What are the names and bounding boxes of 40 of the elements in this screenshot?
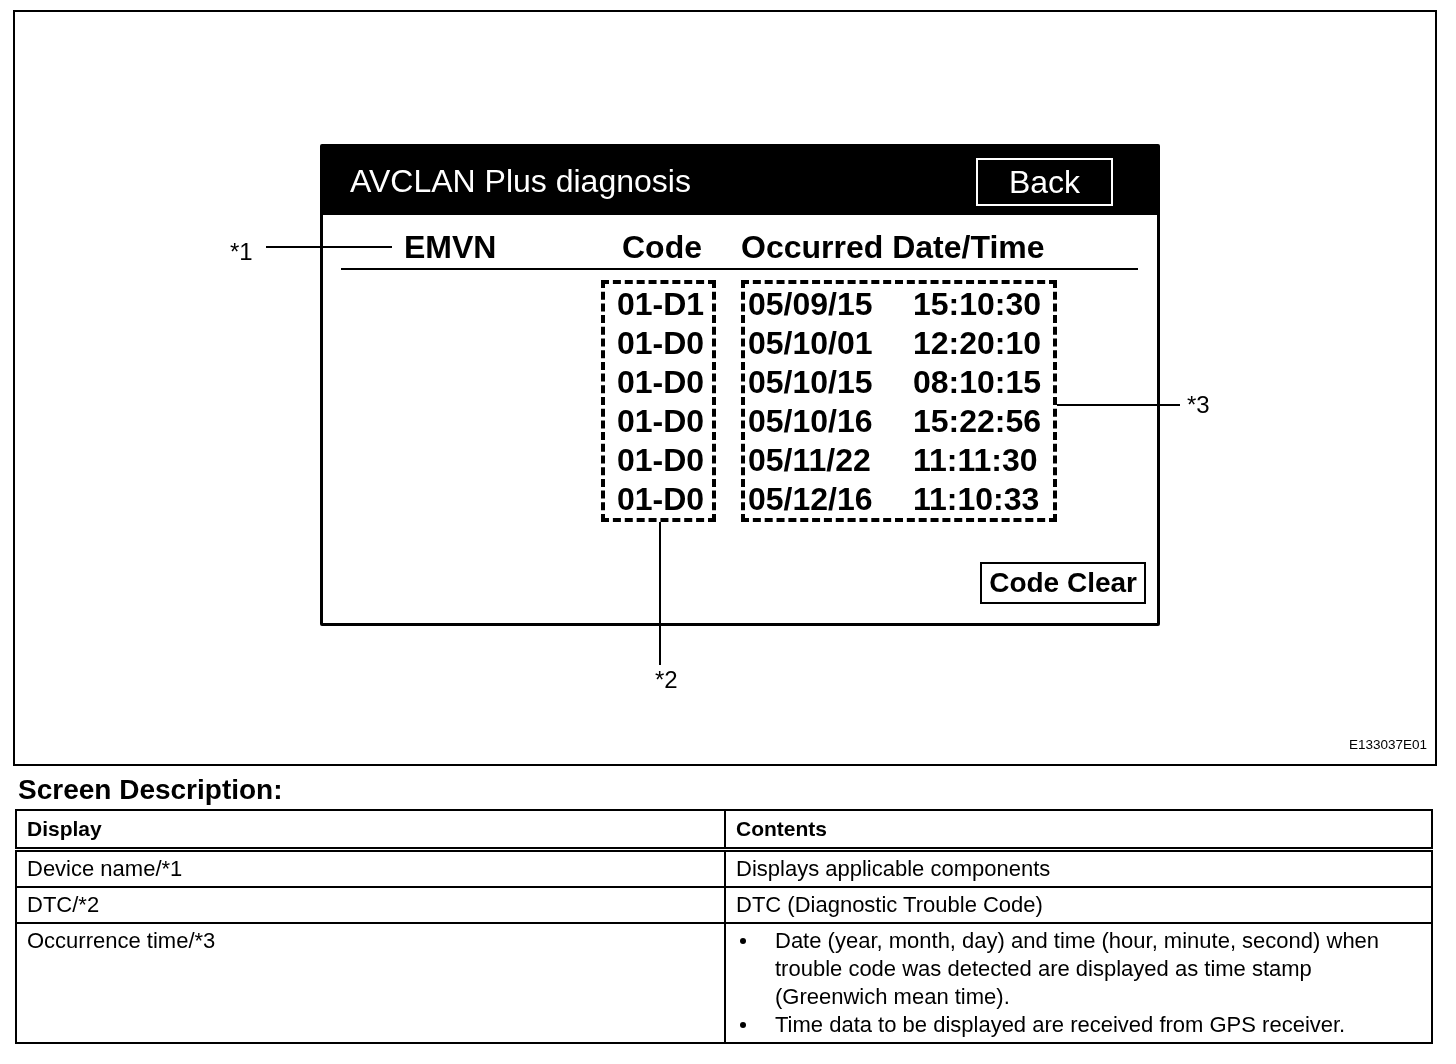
trouble-code: 01-D0 xyxy=(617,324,705,361)
occurrence-date: 05/11/22 xyxy=(748,441,871,478)
table-cell: DTC/*2 xyxy=(16,887,725,923)
occurrence-time: 11:10:33 xyxy=(913,480,1040,517)
screen-title: AVCLAN Plus diagnosis xyxy=(350,162,691,200)
trouble-code: 01-D0 xyxy=(617,402,705,439)
occurrence-time: 12:20:10 xyxy=(913,324,1042,361)
callout-label: *3 xyxy=(1187,391,1210,419)
code-clear-button[interactable]: Code Clear xyxy=(980,562,1146,604)
trouble-code: 01-D0 xyxy=(617,441,705,478)
occurrence-date: 05/12/16 xyxy=(748,480,873,517)
column-heading: Occurred Date/Time xyxy=(741,229,1045,265)
list-item-text: Date (year, month, day) and time (hour, minute, second) when trouble code was detected are displayed as time stamp (Greenwich mean time). xyxy=(775,927,1381,1011)
trouble-code: 01-D0 xyxy=(617,480,705,517)
column-heading: EMVN xyxy=(404,229,497,265)
table-cell: Displays applicable components xyxy=(725,849,1432,887)
callout-label: *2 xyxy=(655,666,678,694)
figure-id: E133037E01 xyxy=(1348,737,1427,753)
column-header: Display xyxy=(16,810,725,850)
occurrence-time: 11:11:30 xyxy=(913,441,1038,478)
column-heading: Code xyxy=(622,229,702,265)
table-cell: Occurrence time/*3 xyxy=(16,923,725,1043)
list-item-text: Time data to be displayed are received from GPS receiver. xyxy=(775,1011,1347,1039)
bullet-icon xyxy=(740,938,746,944)
occurrence-date: 05/10/01 xyxy=(748,324,873,361)
trouble-code: 01-D1 xyxy=(617,285,705,322)
occurrence-time: 15:10:30 xyxy=(913,285,1042,322)
table-cell: DTC (Diagnostic Trouble Code) xyxy=(725,887,1432,923)
occurrence-time: 08:10:15 xyxy=(913,363,1042,400)
occurrence-date: 05/10/15 xyxy=(748,363,873,400)
occurrence-time: 15:22:56 xyxy=(913,402,1042,439)
callout-label: *1 xyxy=(230,238,253,266)
trouble-code: 01-D0 xyxy=(617,363,705,400)
section-heading: Screen Description: xyxy=(18,775,283,805)
occurrence-date: 05/10/16 xyxy=(748,402,873,439)
bullet-icon xyxy=(740,1022,746,1028)
back-button[interactable]: Back xyxy=(976,158,1113,206)
column-header: Contents xyxy=(725,810,1432,850)
table-cell: Device name/*1 xyxy=(16,849,725,887)
occurrence-date: 05/09/15 xyxy=(748,285,873,322)
